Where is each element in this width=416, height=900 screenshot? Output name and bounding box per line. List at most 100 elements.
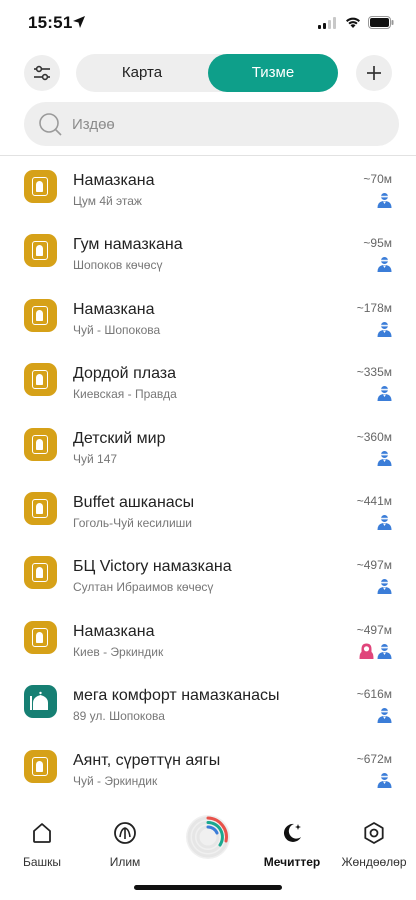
door-icon xyxy=(24,363,57,397)
search-bar xyxy=(24,102,399,146)
tab-knowledge[interactable]: Илим xyxy=(85,820,165,869)
home-icon xyxy=(33,823,51,843)
tab-map[interactable]: Карта xyxy=(76,54,208,92)
list-item[interactable]: Гум намазкана Шопоков көчөсү ~95м xyxy=(0,220,416,284)
door-icon xyxy=(24,234,57,268)
list-item-distance: ~360м xyxy=(356,429,392,444)
male-prayer-icon xyxy=(377,192,392,213)
male-prayer-icon xyxy=(377,256,392,277)
list-item-title: Гум намазкана xyxy=(73,236,183,254)
list-item[interactable]: Аянт, сүрөттүн аягы Чуй - Эркиндик ~672м xyxy=(0,736,416,800)
list-item[interactable]: Намазкана Чуй - Шопокова ~178м xyxy=(0,285,416,349)
home-indicator xyxy=(134,885,282,890)
mosque-icon xyxy=(24,685,57,719)
male-prayer-icon xyxy=(377,385,392,406)
list-item-people xyxy=(377,450,392,471)
list-item-address: Цум 4й этаж xyxy=(73,194,142,208)
tab-settings[interactable]: Жөндөөлөр xyxy=(334,820,414,869)
settings-icon xyxy=(364,822,384,844)
door-icon xyxy=(24,620,57,654)
list-item-address: Чуй 147 xyxy=(73,451,118,466)
tab-settings-label: Жөндөөлөр xyxy=(341,855,407,869)
list-item-title: БЦ Victory намазкана xyxy=(73,558,232,576)
tab-home-label: Башкы xyxy=(22,855,62,869)
list-item[interactable]: БЦ Victory намазкана Султан Ибраимов көчө… xyxy=(0,542,416,606)
list-item-people xyxy=(377,256,392,277)
door-icon xyxy=(24,556,57,590)
list-item[interactable]: Дордой плаза Киевская - Правда ~335м xyxy=(0,349,416,413)
list-item-title: мега комфорт намазканасы xyxy=(73,687,280,705)
door-icon xyxy=(24,492,57,525)
list-item-title: Намазкана xyxy=(73,622,155,640)
list-item-title: Аянт, сүрөттүн аягы xyxy=(73,751,221,769)
list-item-title: Buffet ашканасы xyxy=(73,494,195,511)
book-icon xyxy=(114,822,136,844)
list-item-people xyxy=(377,192,392,213)
door-icon xyxy=(24,749,57,783)
plus-icon xyxy=(367,66,381,80)
list-item-distance: ~335м xyxy=(356,365,392,380)
list-item-people xyxy=(377,514,392,535)
male-prayer-icon xyxy=(377,772,392,793)
search-icon xyxy=(39,113,62,136)
view-toggle: Карта Тизме xyxy=(76,54,338,92)
list-item-address: Чуй - Эркиндик xyxy=(73,773,158,788)
mosque-list: Намазкана Цум 4й этаж ~70м Гум намазкана Шоп… xyxy=(0,156,416,806)
male-prayer-icon xyxy=(377,321,392,342)
list-item-distance: ~70м xyxy=(363,172,392,186)
list-item[interactable]: Детский мир Чуй 147 ~360м xyxy=(0,414,416,478)
male-prayer-icon xyxy=(377,514,392,535)
add-button[interactable] xyxy=(356,55,392,91)
list-item[interactable]: Намазкана Цум 4й этаж ~70м xyxy=(0,156,416,220)
moon-star-icon xyxy=(283,823,301,842)
status-bar: 15:51 xyxy=(0,0,416,46)
list-item-people xyxy=(377,707,392,728)
list-item-address: Шопоков көчөсү xyxy=(73,258,163,273)
list-item-distance: ~497м xyxy=(356,622,392,637)
list-item-people xyxy=(377,772,392,793)
list-item[interactable]: Buffet ашканасы Гоголь-Чуй кесилиши ~441м xyxy=(0,478,416,542)
list-item-address: Гоголь-Чуй кесилиши xyxy=(73,516,192,530)
list-item-address: Киев - Эркиндик xyxy=(73,644,164,659)
male-prayer-icon xyxy=(377,643,392,664)
filter-button[interactable] xyxy=(24,55,60,91)
list-item-distance: ~441м xyxy=(356,494,392,508)
list-item-distance: ~95м xyxy=(363,236,392,251)
list-item-people xyxy=(377,578,392,599)
list-item-title: Дордой плаза xyxy=(73,365,177,383)
sliders-icon xyxy=(34,65,50,81)
list-item-address: Киевская - Правда xyxy=(73,387,177,402)
list-item-distance: ~178м xyxy=(356,300,392,315)
male-prayer-icon xyxy=(377,707,392,728)
list-item-address: Чуй - Шопокова xyxy=(73,322,161,337)
list-item[interactable]: мега комфорт намазканасы 89 ул. Шопокова ~… xyxy=(0,671,416,735)
status-time: 15:51 xyxy=(28,13,73,32)
search-input[interactable] xyxy=(72,102,372,146)
tab-mosques[interactable]: Мечиттер xyxy=(252,820,332,869)
list-item-distance: ~497м xyxy=(356,558,392,573)
male-prayer-icon xyxy=(377,450,392,471)
door-icon xyxy=(24,170,57,203)
tab-mosques-label: Мечиттер xyxy=(263,855,321,869)
location-arrow-icon xyxy=(73,16,85,28)
tab-knowledge-label: Илим xyxy=(109,855,141,869)
prayer-progress-button[interactable] xyxy=(184,813,232,861)
list-item-people xyxy=(377,385,392,406)
female-prayer-icon xyxy=(359,643,374,664)
list-item[interactable]: Намазкана Киев - Эркиндик ~497м xyxy=(0,607,416,671)
battery-icon xyxy=(368,16,394,29)
list-item-title: Намазкана xyxy=(73,300,155,318)
list-item-distance: ~616м xyxy=(356,687,392,702)
cellular-signal-icon xyxy=(318,17,336,29)
list-item-people xyxy=(359,643,392,664)
tab-list[interactable]: Тизме xyxy=(208,54,338,92)
male-prayer-icon xyxy=(377,578,392,599)
list-item-address: 89 ул. Шопокова xyxy=(73,709,165,724)
list-item-address: Султан Ибраимов көчөсү xyxy=(73,580,214,595)
wifi-icon xyxy=(346,17,360,28)
door-icon xyxy=(24,298,57,332)
list-item-people xyxy=(377,321,392,342)
list-item-distance: ~672м xyxy=(356,751,392,766)
list-item-title: Детский мир xyxy=(73,429,166,447)
tab-home[interactable]: Башкы xyxy=(2,820,82,869)
